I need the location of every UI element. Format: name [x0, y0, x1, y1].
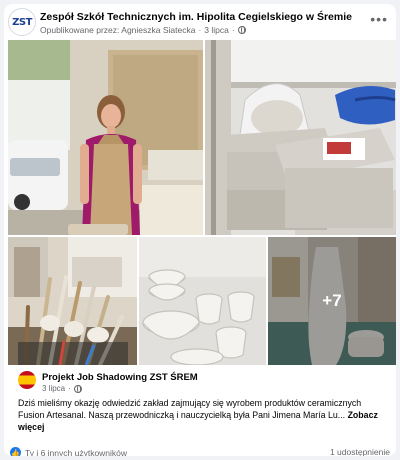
avatar-logo-text: ZST: [12, 16, 32, 28]
photo-vase-more[interactable]: +7: [268, 237, 396, 365]
photo-brushes-image: [8, 237, 137, 365]
shared-page-avatar[interactable]: [18, 371, 36, 389]
more-photos-overlay[interactable]: +7: [268, 237, 396, 365]
photo-clay-blocks[interactable]: [205, 40, 396, 235]
photo-brushes[interactable]: [8, 237, 137, 365]
posted-by: Opublikowane przez: Agnieszka Siatecka: [40, 25, 196, 35]
more-photos-count: +7: [322, 291, 342, 310]
meta-separator: ·: [231, 25, 235, 35]
page-name-link[interactable]: Zespół Szkół Technicznych im. Hipolita C…: [40, 11, 352, 23]
globe-icon: [237, 26, 246, 34]
post-card: ZST Zespół Szkół Technicznych im. Hipoli…: [4, 4, 396, 456]
reactions-summary[interactable]: 👍 Ty i 6 innych użytkowników: [10, 447, 127, 456]
shared-post-meta: 3 lipca ·: [42, 384, 82, 393]
more-options-button[interactable]: •••: [370, 12, 388, 26]
like-icon: 👍: [10, 447, 21, 456]
reactions-text: Ty i 6 innych użytkowników: [25, 447, 128, 457]
page-avatar[interactable]: ZST: [8, 8, 36, 36]
shares-count-link[interactable]: 1 udostępnienie: [330, 447, 390, 456]
shared-post-date-link[interactable]: 3 lipca: [42, 384, 65, 393]
photo-ceramic-bowls-image: [139, 237, 266, 365]
globe-icon: [73, 384, 82, 393]
post-description: Dziś mieliśmy okazję odwiedzić zakład za…: [18, 397, 388, 433]
meta-separator: ·: [198, 25, 202, 35]
post-header: ZST Zespół Szkół Technicznych im. Hipoli…: [4, 4, 396, 40]
meta-separator: ·: [68, 384, 71, 393]
post-meta: Opublikowane przez: Agnieszka Siatecka ·…: [40, 25, 246, 35]
photo-woman-studio[interactable]: [8, 40, 203, 235]
shared-page-name-link[interactable]: Projekt Job Shadowing ZST ŚREM: [42, 372, 198, 383]
photo-clay-blocks-image: [205, 40, 396, 235]
photo-ceramic-bowls[interactable]: [139, 237, 266, 365]
photo-woman-studio-image: [8, 40, 203, 235]
post-text: Dziś mieliśmy okazję odwiedzić zakład za…: [18, 398, 362, 420]
post-date-link[interactable]: 3 lipca: [204, 25, 229, 35]
